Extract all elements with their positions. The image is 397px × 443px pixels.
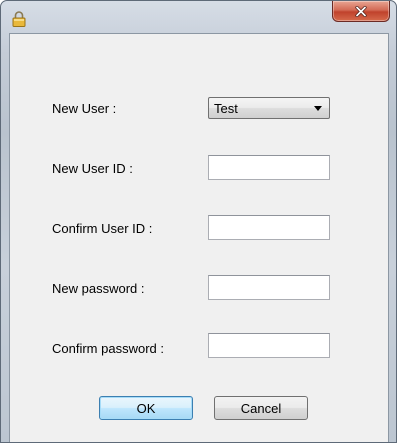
new-user-label: New User : <box>52 101 117 116</box>
confirm-user-id-field[interactable] <box>208 215 330 240</box>
new-user-id-field[interactable] <box>208 155 330 180</box>
close-icon <box>355 5 367 17</box>
new-password-field[interactable] <box>208 275 330 300</box>
confirm-password-label: Confirm password : <box>52 341 164 356</box>
new-password-label: New password : <box>52 281 145 296</box>
dropdown-arrow-icon <box>314 106 322 111</box>
lock-icon <box>12 11 26 27</box>
dialog-content: New User : Test New User ID : Confirm Us… <box>9 33 389 442</box>
cancel-button[interactable]: Cancel <box>214 396 308 420</box>
new-user-dropdown[interactable]: Test <box>208 97 330 119</box>
ok-button[interactable]: OK <box>99 396 193 420</box>
new-user-id-label: New User ID : <box>52 161 133 176</box>
title-bar[interactable] <box>1 1 396 33</box>
change-user-dialog: New User : Test New User ID : Confirm Us… <box>0 0 397 443</box>
close-button[interactable] <box>332 1 390 22</box>
confirm-user-id-label: Confirm User ID : <box>52 221 153 236</box>
confirm-password-field[interactable] <box>208 333 330 358</box>
new-user-selected-value: Test <box>214 101 238 116</box>
